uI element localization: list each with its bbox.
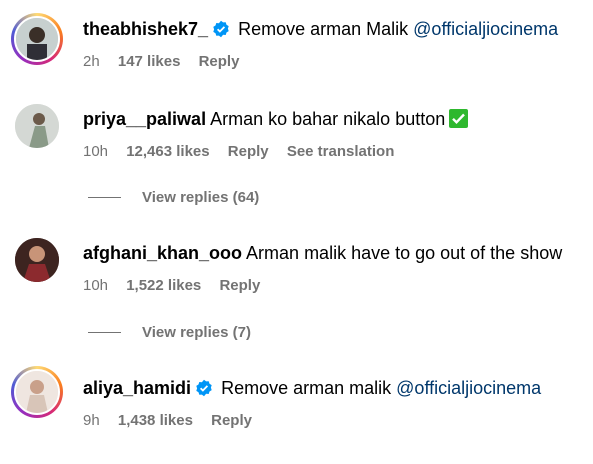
mention-link[interactable]: @officialjiocinema xyxy=(396,378,541,398)
comment-time[interactable]: 10h xyxy=(83,143,108,160)
likes-count[interactable]: 147 likes xyxy=(118,53,181,70)
avatar[interactable] xyxy=(11,366,63,418)
avatar[interactable] xyxy=(11,234,63,286)
view-replies-label: View replies (64) xyxy=(142,189,260,206)
avatar-image-icon xyxy=(15,238,59,282)
divider xyxy=(88,332,121,333)
comment-text-line: aliya_hamidi Remove arman malik @officia… xyxy=(83,377,541,402)
see-translation-button[interactable]: See translation xyxy=(287,143,395,160)
reply-button[interactable]: Reply xyxy=(211,412,252,429)
likes-count[interactable]: 1,438 likes xyxy=(118,412,193,429)
reply-button[interactable]: Reply xyxy=(228,143,269,160)
view-replies-label: View replies (7) xyxy=(142,324,251,341)
verified-badge-icon xyxy=(212,20,230,43)
comment-text: Remove arman malik xyxy=(221,378,392,398)
avatar-image-icon xyxy=(16,18,58,60)
verified-badge-icon xyxy=(195,379,213,402)
comment-text-line: theabhishek7_ Remove arman Malik @offici… xyxy=(83,18,558,43)
comment-meta: 10h 1,522 likes Reply xyxy=(83,277,274,295)
avatar-image-icon xyxy=(16,371,58,413)
comment-time[interactable]: 10h xyxy=(83,277,108,294)
likes-count[interactable]: 1,522 likes xyxy=(126,277,201,294)
comment-meta: 9h 1,438 likes Reply xyxy=(83,412,266,430)
comment-time[interactable]: 2h xyxy=(83,53,100,70)
mention-link[interactable]: @officialjiocinema xyxy=(413,19,558,39)
username-link[interactable]: aliya_hamidi xyxy=(83,378,191,398)
comment-meta: 2h 147 likes Reply xyxy=(83,53,253,71)
comment-meta: 10h 12,463 likes Reply See translation xyxy=(83,143,408,161)
view-replies-button[interactable]: View replies (7) xyxy=(88,324,251,341)
avatar[interactable] xyxy=(11,100,63,152)
likes-count[interactable]: 12,463 likes xyxy=(126,143,209,160)
username-link[interactable]: theabhishek7_ xyxy=(83,19,208,39)
check-mark-button-icon xyxy=(449,109,469,128)
comment-text: Arman malik have to go out of the show xyxy=(246,243,563,263)
comment-text: Arman ko bahar nikalo button xyxy=(210,109,446,129)
view-replies-button[interactable]: View replies (64) xyxy=(88,189,259,206)
username-link[interactable]: afghani_khan_ooo xyxy=(83,243,242,263)
avatar-image-icon xyxy=(15,104,59,148)
comment-time[interactable]: 9h xyxy=(83,412,100,429)
comment-text: Remove arman Malik xyxy=(238,19,409,39)
comment-text-line: afghani_khan_ooo Arman malik have to go … xyxy=(83,242,562,264)
reply-button[interactable]: Reply xyxy=(219,277,260,294)
divider xyxy=(88,197,121,198)
reply-button[interactable]: Reply xyxy=(199,53,240,70)
username-link[interactable]: priya__paliwal xyxy=(83,109,206,129)
comment-text-line: priya__paliwal Arman ko bahar nikalo but… xyxy=(83,108,469,130)
avatar[interactable] xyxy=(11,13,63,65)
